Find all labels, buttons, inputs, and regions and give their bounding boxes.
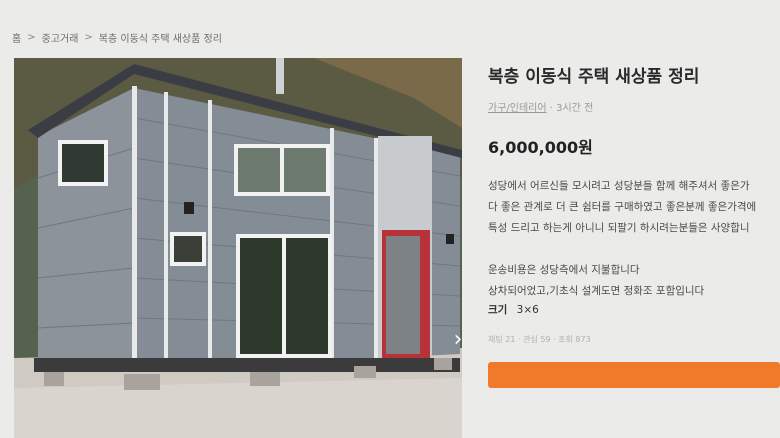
listing-stats: 채팅 21 · 관심 59 · 조회 873	[488, 335, 591, 344]
price: 6,000,000원	[488, 138, 593, 157]
product-photo-tiny-house	[14, 58, 462, 438]
listing-info-panel: 복층 이동식 주택 새상품 정리 가구/인테리어 · 3시간 전 6,000,0…	[488, 62, 780, 388]
chat-button[interactable]	[488, 362, 780, 388]
posted-time: 3시간 전	[556, 103, 594, 114]
breadcrumb-separator-icon: >	[27, 32, 36, 43]
breadcrumb-current: 복층 이동식 주택 새상품 정리	[98, 34, 222, 45]
listing-description: 성당에서 어르신들 모시려고 성당분들 함께 해주셔서 좋은가 다 좋은 관계로…	[488, 176, 780, 302]
description-line: 운송비용은 성당측에서 지불합니다	[488, 264, 640, 276]
spec-label: 크기	[488, 304, 508, 316]
description-line: 상차되어었고,기초식 설계도면 정화조 포함입니다	[488, 285, 705, 297]
spec-value: 3×6	[516, 304, 539, 316]
description-line: 성당에서 어르신들 모시려고 성당분들 함께 해주셔서 좋은가	[488, 180, 750, 192]
page-title: 복층 이동식 주택 새상품 정리	[488, 67, 700, 87]
breadcrumb-home[interactable]: 홈	[12, 30, 21, 45]
breadcrumb-secondhand[interactable]: 중고거래	[42, 30, 79, 45]
product-image-gallery[interactable]: ›	[14, 58, 462, 438]
chevron-right-icon[interactable]: ›	[448, 329, 462, 351]
spec-size: 크기 3×6	[488, 302, 539, 317]
breadcrumb-separator-icon: >	[84, 32, 93, 43]
listing-meta: 가구/인테리어 · 3시간 전	[488, 99, 780, 114]
breadcrumb: 홈 > 중고거래 > 복층 이동식 주택 새상품 정리	[12, 30, 222, 45]
category-link[interactable]: 가구/인테리어	[488, 103, 547, 114]
description-line: 특성 드리고 하는게 아니니 되팔기 하시려는분들은 사양합니	[488, 222, 750, 234]
description-line: 다 좋은 관계로 더 큰 쉼터를 구매하였고 좋은분께 좋은가격에	[488, 201, 757, 213]
